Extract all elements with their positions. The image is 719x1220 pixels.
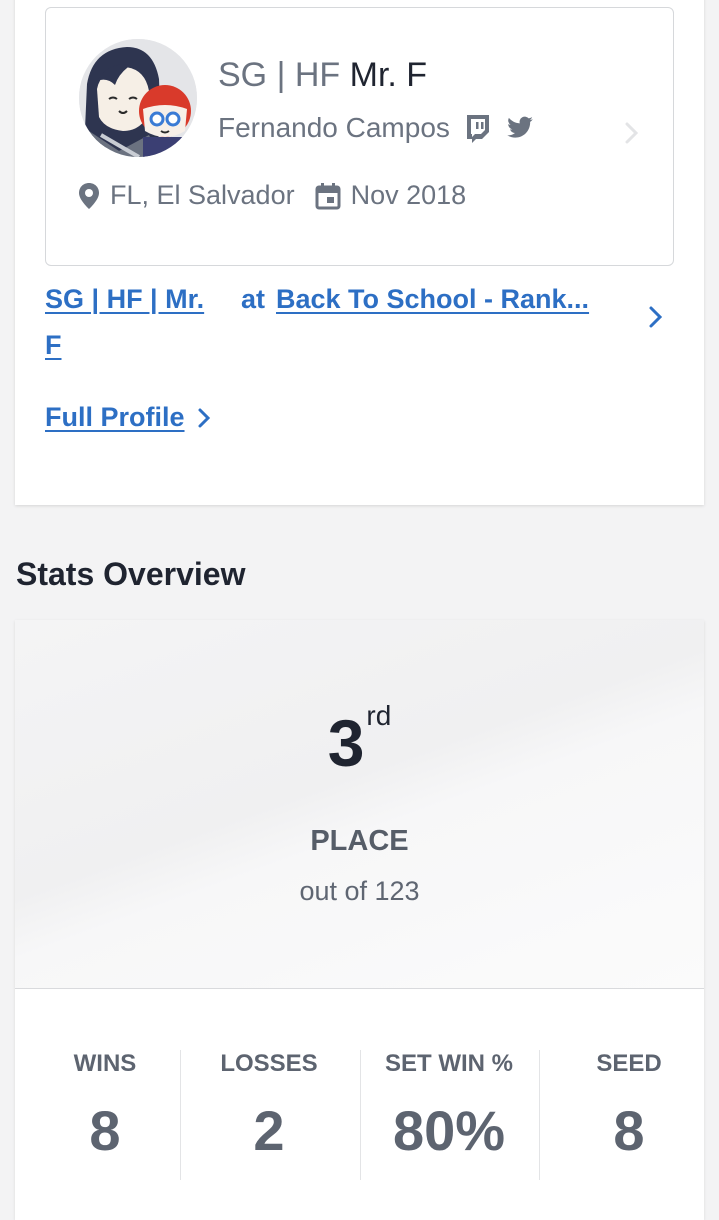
full-profile-link[interactable]: Full Profile bbox=[45, 402, 211, 433]
place-suffix: rd bbox=[366, 700, 392, 731]
real-name: Fernando Campos bbox=[218, 112, 450, 143]
sponsor-prefix: SG | HF bbox=[218, 56, 341, 94]
twitch-icon[interactable] bbox=[464, 113, 492, 143]
stat-value: 2 bbox=[253, 1099, 285, 1162]
chevron-right-icon[interactable] bbox=[621, 120, 641, 146]
player-name: SG | HF Mr. F bbox=[218, 56, 427, 95]
entrant-link-row: SG | HF | Mr. F at Back To School - Rank… bbox=[45, 276, 675, 366]
stat-wins: WINS 8 bbox=[15, 1050, 195, 1163]
stat-label: LOSSES bbox=[220, 1050, 318, 1077]
avatar bbox=[79, 39, 197, 157]
stat-label: WINS bbox=[73, 1050, 137, 1077]
stat-value: 8 bbox=[89, 1099, 121, 1162]
stats-card: 3rd PLACE out of 123 WINS 8 LOSSES 2 SET… bbox=[15, 620, 704, 1220]
profile-summary[interactable]: SG | HF Mr. F Fernando Campos FL, El Sal… bbox=[45, 7, 674, 266]
real-name-row: Fernando Campos bbox=[218, 112, 534, 144]
out-of-text: out of 123 bbox=[299, 876, 420, 906]
stat-value: 80% bbox=[392, 1099, 506, 1162]
place-label: PLACE bbox=[310, 825, 409, 857]
location-text: FL, El Salvador bbox=[110, 180, 295, 210]
placement-hero: 3rd PLACE out of 123 bbox=[15, 620, 704, 989]
player-entrant-link[interactable]: SG | HF | Mr. F bbox=[45, 276, 225, 368]
section-title: Stats Overview bbox=[16, 556, 246, 592]
chevron-right-icon[interactable] bbox=[645, 304, 665, 330]
event-link[interactable]: Back To School - Rank... bbox=[276, 276, 616, 322]
gamertag: Mr. F bbox=[349, 56, 428, 94]
stat-set-win-pct: SET WIN % 80% bbox=[359, 1050, 539, 1163]
full-profile-label: Full Profile bbox=[45, 402, 185, 432]
joined-text: Nov 2018 bbox=[350, 180, 467, 210]
stat-label: SET WIN % bbox=[384, 1050, 513, 1077]
stat-losses: LOSSES 2 bbox=[179, 1050, 359, 1163]
chevron-right-icon bbox=[198, 408, 210, 427]
avatar-image bbox=[79, 39, 197, 157]
stat-value: 8 bbox=[613, 1099, 645, 1162]
twitter-icon[interactable] bbox=[506, 116, 534, 140]
calendar-icon bbox=[315, 182, 341, 209]
location-pin-icon bbox=[79, 182, 99, 209]
place-number: 3 bbox=[327, 706, 365, 780]
stat-grid: WINS 8 LOSSES 2 SET WIN % 80% SEED 8 bbox=[15, 988, 704, 1220]
placement: 3rd bbox=[15, 700, 704, 781]
at-label: at bbox=[241, 284, 266, 314]
stat-seed: SEED 8 bbox=[539, 1050, 704, 1163]
player-card: SG | HF Mr. F Fernando Campos FL, El Sal… bbox=[15, 0, 704, 505]
location: FL, El Salvador bbox=[78, 180, 295, 211]
joined-date: Nov 2018 bbox=[315, 180, 467, 211]
stat-label: SEED bbox=[596, 1050, 662, 1077]
meta-row: FL, El Salvador Nov 2018 bbox=[78, 180, 486, 211]
